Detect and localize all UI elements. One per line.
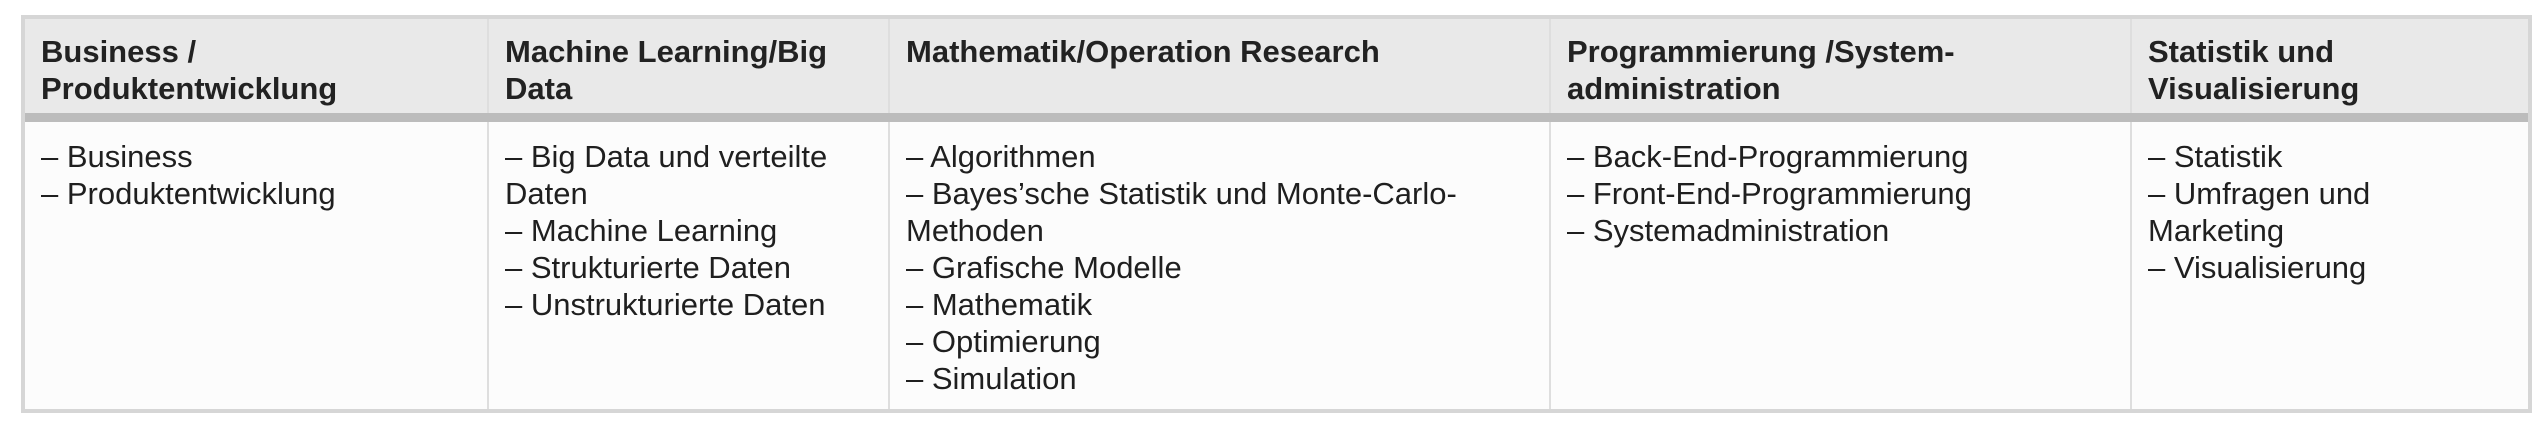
- table-cell: – Algorithmen – Bayes’sche Statistik und…: [888, 117, 1550, 409]
- list-item: – Mathematik: [906, 286, 1093, 322]
- skills-table-container: Business / Produktentwicklung Machine Le…: [21, 15, 2532, 413]
- column-header: Business / Produktentwicklung: [25, 19, 488, 122]
- list-item: – Bayes’sche Statistik und Monte-Carlo-M…: [906, 175, 1457, 248]
- list-item: – Machine Learning: [505, 212, 778, 248]
- list-item: – Strukturierte Daten: [505, 249, 792, 285]
- skills-table: Business / Produktentwicklung Machine Le…: [25, 19, 2528, 409]
- list-item: – Back-End-Programmierung: [1567, 138, 1969, 174]
- list-item: – Visualisierung: [2148, 249, 2367, 285]
- table-header-row: Business / Produktentwicklung Machine Le…: [25, 19, 2528, 122]
- column-header: Machine Learning/Big Data: [487, 19, 889, 122]
- list-item: – Front-End-Programmierung: [1567, 175, 1972, 211]
- list-item: – Business: [41, 138, 193, 174]
- list-item: – Umfragen und Marketing: [2148, 175, 2371, 248]
- list-item: – Grafische Modelle: [906, 249, 1182, 285]
- column-header: Mathematik/Operation Research: [888, 19, 1550, 122]
- list-item: – Systemadministration: [1567, 212, 1890, 248]
- table-row: – Business – Produktentwicklung – Big Da…: [25, 117, 2528, 409]
- list-item: – Statistik: [2148, 138, 2283, 174]
- list-item: – Algorithmen: [906, 138, 1096, 174]
- list-item: – Unstrukturierte Daten: [505, 286, 826, 322]
- column-header: Programmierung /System-administration: [1549, 19, 2131, 122]
- table-cell: – Business – Produktentwicklung: [25, 117, 488, 409]
- list-item: – Simulation: [906, 360, 1077, 396]
- table-cell: – Back-End-Programmierung – Front-End-Pr…: [1549, 117, 2131, 409]
- table-cell: – Statistik – Umfragen und Marketing – V…: [2130, 117, 2528, 409]
- column-header: Statistik und Visualisierung: [2130, 19, 2528, 122]
- list-item: – Produktentwicklung: [41, 175, 336, 211]
- list-item: – Big Data und verteilte Daten: [505, 138, 828, 211]
- table-cell: – Big Data und verteilte Daten – Machine…: [487, 117, 889, 409]
- list-item: – Optimierung: [906, 323, 1101, 359]
